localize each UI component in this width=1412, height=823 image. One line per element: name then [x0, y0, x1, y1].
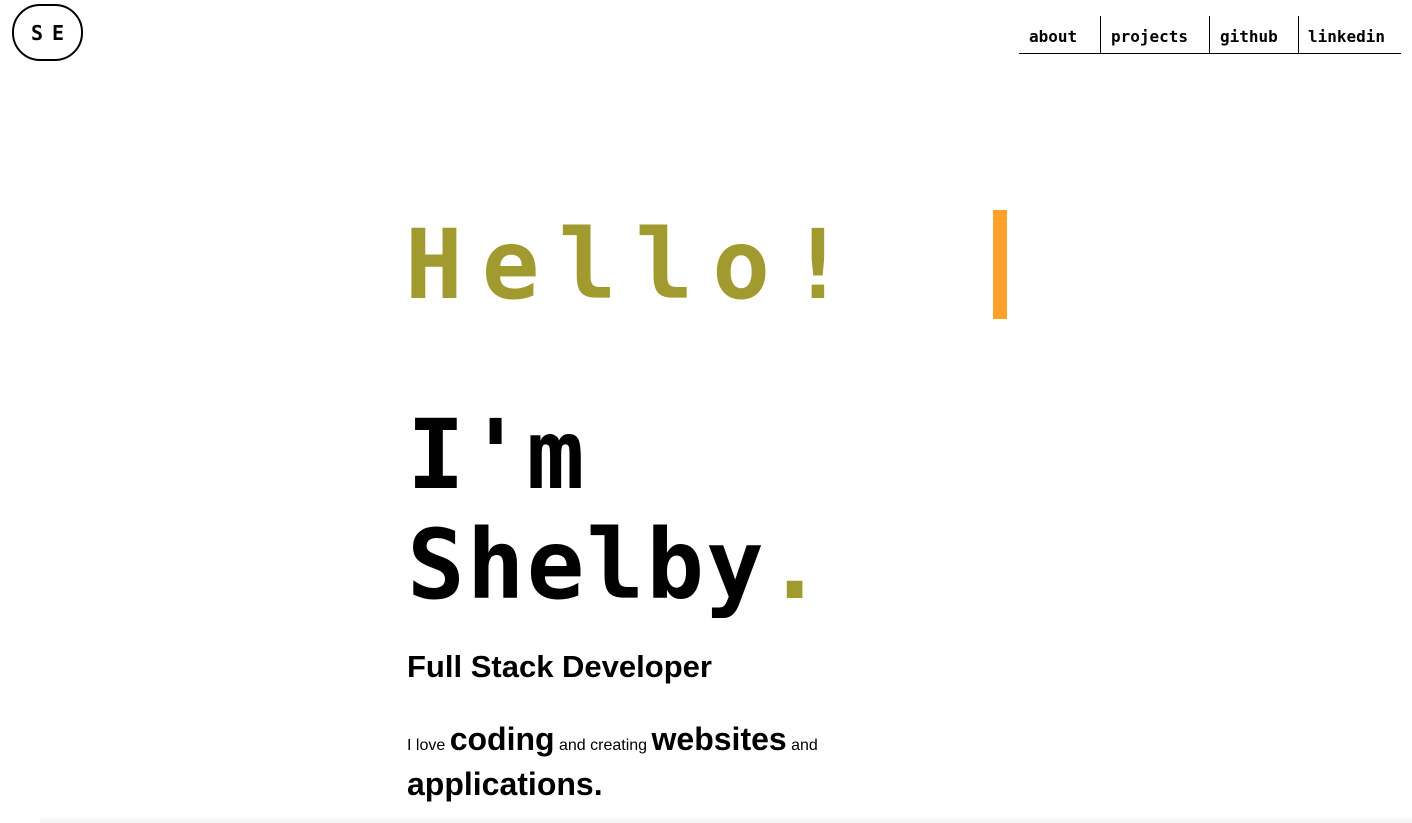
intro-accent-dot: . — [765, 509, 826, 621]
hero-blurb: I love coding and creating websites and a… — [407, 720, 877, 810]
blurb-highlight-websites: websites — [651, 721, 787, 757]
logo-text: SE — [30, 20, 74, 45]
blurb-highlight-applications: applications. — [407, 766, 603, 802]
blurb-text-1: I love — [407, 737, 450, 754]
hero-role-title: Full Stack Developer — [407, 649, 712, 684]
typing-cursor — [993, 210, 1007, 319]
intro-line-name: Shelby. — [407, 510, 826, 620]
hero-greeting: Hello! — [405, 209, 866, 321]
logo-home-link[interactable]: SE — [12, 4, 83, 61]
top-nav: about projects github linkedin — [1019, 16, 1401, 54]
hero-intro: I'm Shelby. — [407, 400, 826, 620]
section-divider — [40, 816, 1412, 823]
intro-name: Shelby — [407, 509, 766, 621]
nav-link-github[interactable]: github — [1209, 16, 1298, 53]
blurb-text-2: and creating — [554, 737, 652, 754]
blurb-highlight-coding: coding — [449, 721, 555, 757]
nav-link-linkedin[interactable]: linkedin — [1298, 16, 1401, 53]
blurb-text-3: and — [786, 737, 818, 754]
nav-link-projects[interactable]: projects — [1100, 16, 1209, 53]
nav-link-about[interactable]: about — [1019, 16, 1100, 53]
intro-line-im: I'm — [407, 399, 587, 511]
